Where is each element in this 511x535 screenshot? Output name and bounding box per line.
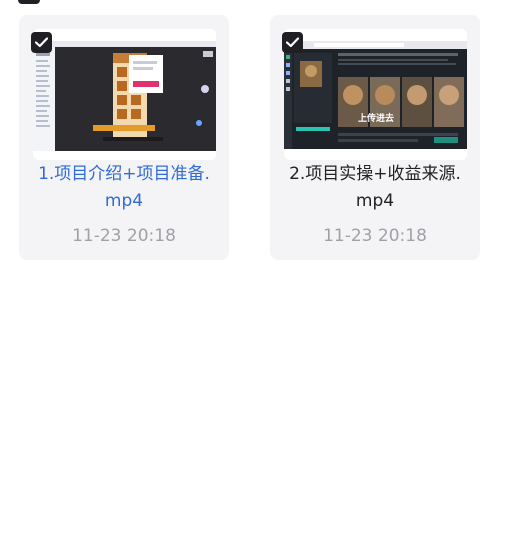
select-all-checkbox[interactable] [18,0,40,4]
file-name-line-2: mp4 [355,191,395,211]
video-thumbnail[interactable] [33,29,216,160]
file-time: 11-23 20:18 [323,226,427,246]
file-name[interactable]: 2.项目实操+收益来源. mp4 [270,161,480,215]
file-time: 11-23 20:18 [72,226,176,246]
video-thumbnail-image: 上传进去 [284,29,467,160]
check-icon [35,37,48,48]
video-thumbnail[interactable]: 上传进去 [284,29,467,160]
file-card[interactable]: 上传进去 2.项目实操+收益来源. mp4 11-23 20:18 [270,15,480,260]
thumbnail-caption: 上传进去 [358,112,394,124]
file-name-line-1: 1.项目介绍+项目准备. [38,164,210,184]
check-icon [286,37,299,48]
file-card[interactable]: 1.项目介绍+项目准备. mp4 11-23 20:18 [19,15,229,260]
file-checkbox[interactable] [282,32,303,53]
file-name[interactable]: 1.项目介绍+项目准备. mp4 [19,161,229,215]
select-all-row[interactable] [18,0,40,4]
file-name-line-2: mp4 [104,191,144,211]
file-checkbox[interactable] [31,32,52,53]
file-name-line-1: 2.项目实操+收益来源. [289,164,461,184]
video-thumbnail-image [33,29,216,160]
file-grid-page: 1.项目介绍+项目准备. mp4 11-23 20:18 上传进去 2.项目实操… [0,0,511,535]
